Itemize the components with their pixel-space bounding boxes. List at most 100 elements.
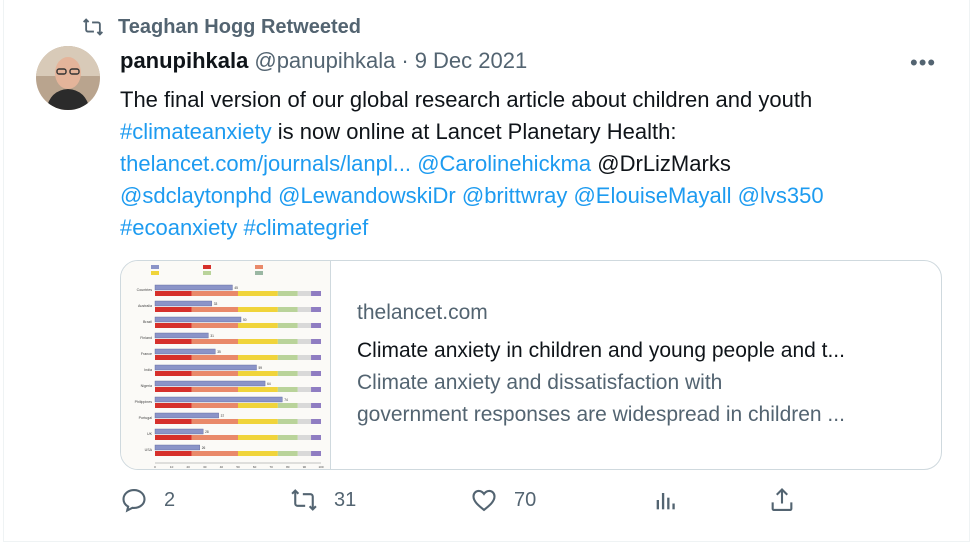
thumb-impact-value: 64 bbox=[267, 382, 271, 386]
thumb-impact-bar bbox=[154, 284, 233, 291]
tweet-text-line: @sdclaytonphd @LewandowskiDr @brittwray … bbox=[120, 180, 920, 212]
thumb-x-tick: 80 bbox=[286, 465, 290, 469]
thumb-stack-segment bbox=[238, 355, 278, 360]
retweet-context: Teaghan Hogg Retweeted bbox=[82, 14, 361, 40]
thumb-x-tick: 60 bbox=[253, 465, 257, 469]
thumb-stack-segment bbox=[191, 387, 238, 392]
thumb-impact-bar bbox=[154, 332, 209, 339]
like-icon bbox=[472, 489, 496, 512]
retweet-count: 31 bbox=[334, 488, 357, 511]
thumbnail-chart: Countries 45 Australia 33 Brazil 50 Finland 31 F… bbox=[135, 265, 324, 469]
thumb-stack-segment bbox=[277, 291, 298, 296]
user-handle[interactable]: @panupihkala bbox=[254, 48, 395, 74]
thumb-stack-segment bbox=[155, 307, 192, 312]
thumb-impact-value: 74 bbox=[284, 398, 288, 402]
thumb-legend-swatch bbox=[151, 271, 159, 275]
avatar[interactable] bbox=[36, 46, 100, 110]
thumb-impact-value: 45 bbox=[234, 286, 238, 290]
thumb-impact-bar bbox=[154, 316, 242, 323]
link-preview-card[interactable]: Countries 45 Australia 33 Brazil 50 Finland 31 F… bbox=[120, 260, 942, 470]
thumb-stack-segment bbox=[277, 403, 298, 408]
hashtag-link[interactable]: #ecoanxiety bbox=[120, 215, 237, 240]
more-icon[interactable]: ••• bbox=[910, 50, 936, 76]
thumb-country-label: UK bbox=[147, 432, 153, 436]
thumb-country-label: India bbox=[144, 368, 152, 372]
thumb-stack-segment bbox=[238, 387, 278, 392]
thumb-stack-segment bbox=[277, 323, 298, 328]
thumb-stack-segment bbox=[277, 339, 298, 344]
thumb-x-tick: 30 bbox=[203, 465, 207, 469]
mention-text: @DrLizMarks bbox=[597, 151, 731, 176]
thumb-stack-segment bbox=[277, 307, 298, 312]
thumb-stack-segment bbox=[311, 371, 321, 376]
thumb-stack-segment bbox=[238, 435, 278, 440]
tweet-text-segment: The final version of our global research… bbox=[120, 87, 813, 112]
thumb-x-tick: 90 bbox=[303, 465, 307, 469]
tweet-date[interactable]: 9 Dec 2021 bbox=[415, 48, 528, 74]
like-button[interactable]: 70 bbox=[470, 486, 536, 514]
thumb-country-label: Philippines bbox=[135, 400, 153, 404]
card-text: thelancet.com Climate anxiety in childre… bbox=[331, 261, 845, 469]
thumb-stack-segment bbox=[311, 419, 321, 424]
thumb-stack-segment bbox=[155, 291, 192, 296]
thumb-stack-segment bbox=[311, 451, 321, 456]
thumb-x-tick: 20 bbox=[187, 465, 191, 469]
analytics-icon bbox=[656, 493, 675, 510]
thumb-stack-segment bbox=[191, 355, 238, 360]
thumb-impact-bar bbox=[154, 364, 257, 371]
thumb-impact-value: 26 bbox=[202, 446, 206, 450]
thumb-stack-segment bbox=[191, 403, 238, 408]
retweet-icon bbox=[291, 489, 317, 511]
thumb-stack-segment bbox=[277, 419, 298, 424]
share-button[interactable] bbox=[768, 486, 796, 514]
tweet-text-line: The final version of our global research… bbox=[120, 84, 920, 116]
reply-button[interactable]: 2 bbox=[120, 486, 175, 514]
thumb-impact-value: 50 bbox=[243, 318, 247, 322]
card-title: Climate anxiety in children and young pe… bbox=[357, 339, 845, 362]
mention-link[interactable]: @lvs350 bbox=[738, 183, 824, 208]
thumb-x-tick: 100 bbox=[318, 465, 323, 469]
thumb-x-tick: 10 bbox=[170, 465, 174, 469]
tweet-text-segment: is now online at Lancet Planetary Health… bbox=[271, 119, 677, 144]
thumb-stack-segment bbox=[297, 451, 312, 456]
retweet-button[interactable]: 31 bbox=[290, 486, 356, 514]
thumb-stack-segment bbox=[191, 291, 238, 296]
thumb-x-tick: 50 bbox=[236, 465, 240, 469]
thumb-stack-segment bbox=[191, 307, 238, 312]
mention-link[interactable]: @LewandowskiDr bbox=[278, 183, 456, 208]
retweet-context-text[interactable]: Teaghan Hogg Retweeted bbox=[118, 16, 361, 39]
mention-link[interactable]: @brittwray bbox=[462, 183, 567, 208]
thumb-stack-segment bbox=[238, 371, 278, 376]
thumb-stack-segment bbox=[238, 339, 278, 344]
analytics-button[interactable] bbox=[652, 486, 680, 514]
hashtag-link[interactable]: #climateanxiety bbox=[120, 119, 272, 144]
action-bar: 2 31 70 bbox=[120, 486, 820, 524]
thumb-stack-segment bbox=[155, 339, 192, 344]
tweet-header: panupihkala @panupihkala · 9 Dec 2021 bbox=[120, 48, 527, 74]
reply-icon bbox=[122, 489, 146, 513]
display-name[interactable]: panupihkala bbox=[120, 48, 248, 74]
thumb-impact-bar bbox=[154, 412, 219, 419]
thumb-stack-segment bbox=[311, 355, 321, 360]
thumb-stack-segment bbox=[297, 419, 312, 424]
thumb-country-label: Nigeria bbox=[141, 384, 152, 388]
thumb-stack-segment bbox=[297, 291, 312, 296]
tweet-container[interactable]: Teaghan Hogg Retweeted panupihkala @panu… bbox=[3, 0, 970, 542]
thumb-stack-segment bbox=[297, 371, 312, 376]
hashtag-link[interactable]: #climategrief bbox=[244, 215, 369, 240]
article-url-link[interactable]: thelancet.com/journals/lanpl... bbox=[120, 151, 411, 176]
card-thumbnail: Countries 45 Australia 33 Brazil 50 Finland 31 F… bbox=[121, 261, 331, 469]
thumb-stack-segment bbox=[155, 371, 192, 376]
reply-count: 2 bbox=[164, 488, 176, 511]
card-description-line: Climate anxiety and dissatisfaction with bbox=[357, 371, 723, 394]
mention-link[interactable]: @Carolinehickma bbox=[417, 151, 591, 176]
mention-link[interactable]: @sdclaytonphd bbox=[120, 183, 272, 208]
tweet-text-line: thelancet.com/journals/lanpl... @Carolin… bbox=[120, 148, 920, 180]
thumb-stack-segment bbox=[155, 403, 192, 408]
thumb-stack-segment bbox=[191, 435, 238, 440]
mention-link[interactable]: @ElouiseMayall bbox=[573, 183, 731, 208]
share-icon bbox=[771, 488, 793, 511]
thumb-legend-swatch bbox=[203, 265, 211, 269]
thumb-stack-segment bbox=[191, 371, 238, 376]
thumb-impact-bar bbox=[154, 396, 283, 403]
